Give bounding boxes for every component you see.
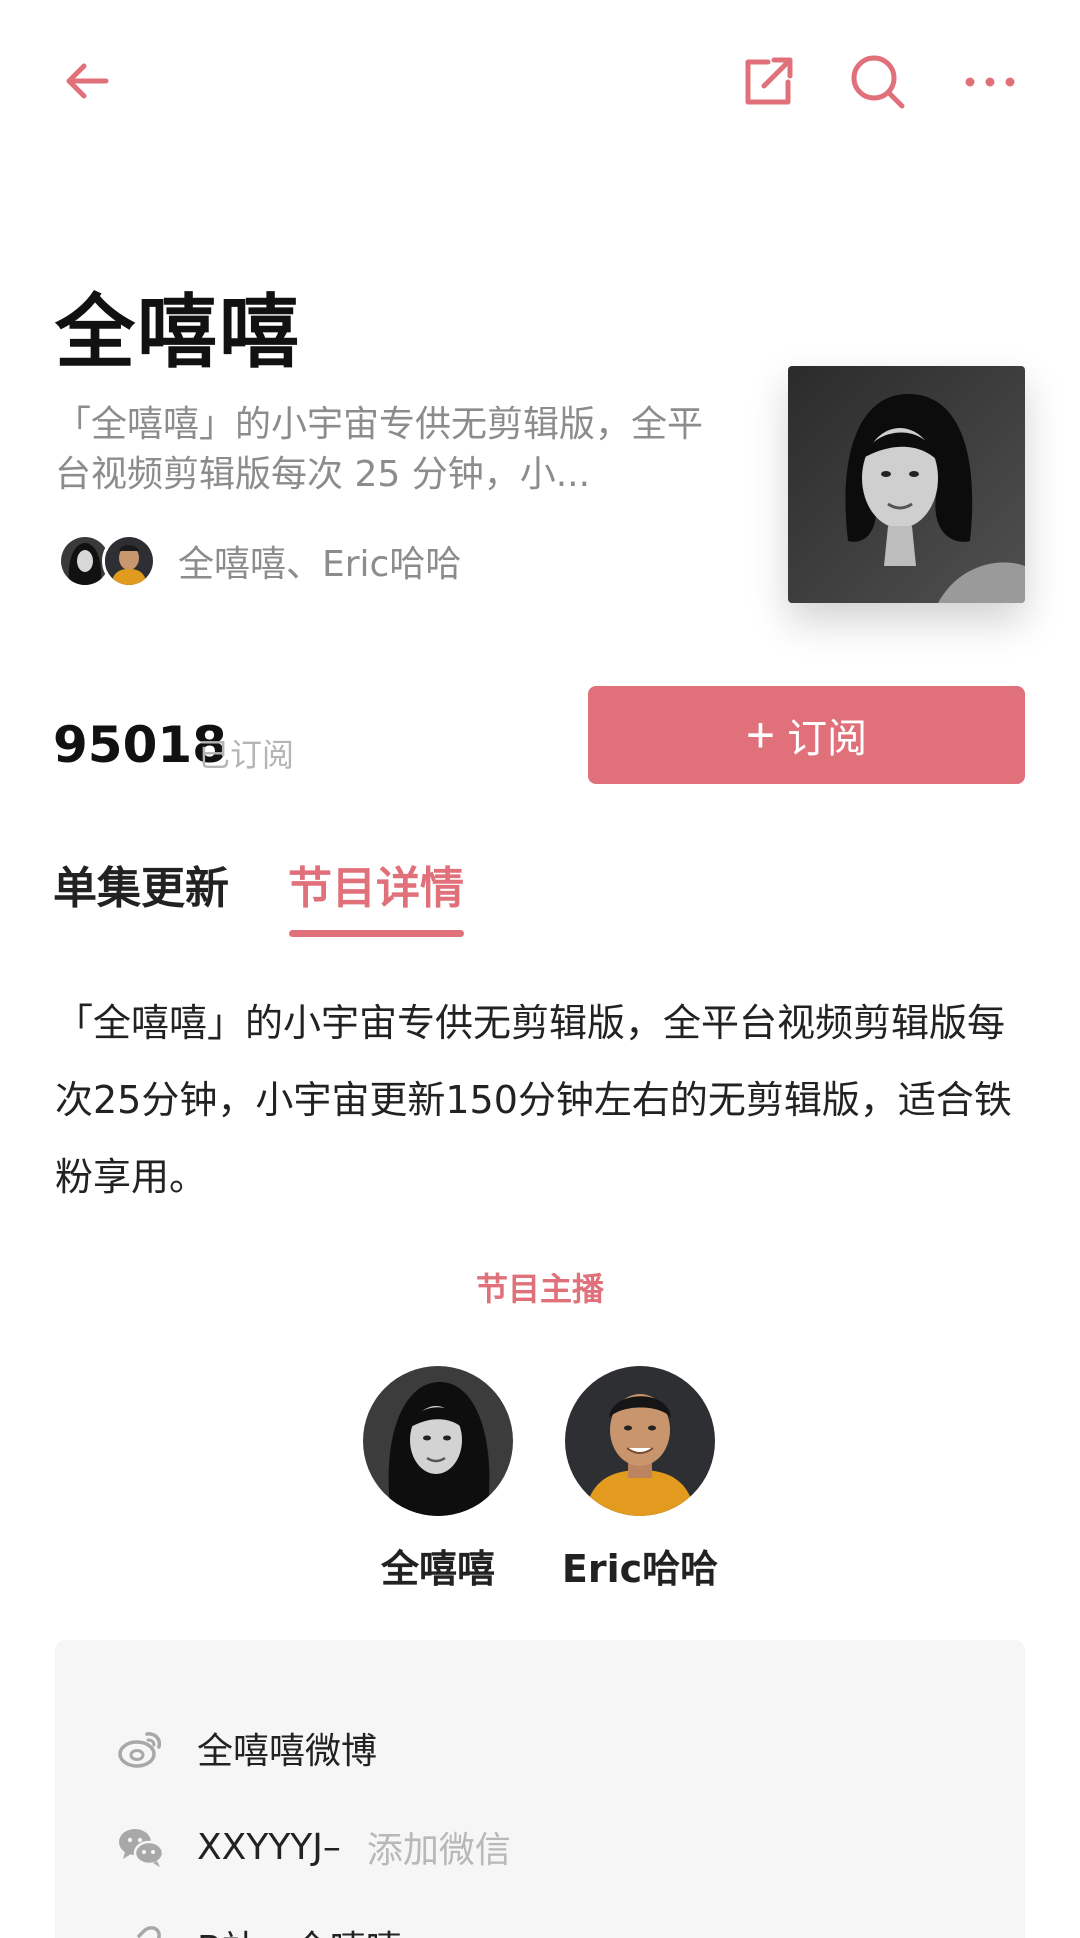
avatar <box>565 1366 715 1516</box>
wechat-id: XXYYYJ– <box>197 1826 341 1868</box>
add-wechat-button[interactable]: 添加微信 <box>367 1821 511 1873</box>
host-name: 全嘻嘻 <box>380 1547 495 1591</box>
podcast-detail-page: 全嘻嘻 「全嘻嘻」的小宇宙专供无剪辑版，全平台视频剪辑版每次 25 分钟，小..… <box>0 0 1080 1938</box>
podcast-description: 「全嘻嘻」的小宇宙专供无剪辑版，全平台视频剪辑版每次25分钟，小宇宙更新150分… <box>55 1001 1012 1199</box>
podcast-cover-image <box>788 366 1025 603</box>
more-dots-icon[interactable] <box>962 62 1018 102</box>
bilibili-label: B站：全嘻嘻 <box>197 1920 402 1938</box>
contact-panel: 全嘻嘻微博 XXYYYJ– 添加微信 <box>55 1640 1025 1938</box>
subscriber-count-label: 已订阅 <box>198 736 295 774</box>
host-card[interactable]: 全嘻嘻 <box>343 1366 533 1593</box>
avatar <box>363 1366 513 1516</box>
host-row[interactable]: 全嘻嘻、Eric哈哈 <box>58 533 461 589</box>
host-card[interactable]: Eric哈哈 <box>545 1366 735 1593</box>
wechat-link[interactable]: XXYYYJ– 添加微信 <box>117 1819 511 1875</box>
hosts-heading: 节目主播 <box>475 1270 604 1308</box>
plus-icon: + <box>745 707 776 763</box>
link-icon <box>117 1922 165 1938</box>
podcast-title: 全嘻嘻 <box>55 286 301 379</box>
avatar <box>102 534 156 588</box>
arrow-left-icon[interactable] <box>62 56 112 106</box>
active-tab-indicator <box>289 930 464 937</box>
podcast-summary[interactable]: 「全嘻嘻」的小宇宙专供无剪辑版，全平台视频剪辑版每次 25 分钟，小... <box>55 400 705 500</box>
host-name: Eric哈哈 <box>561 1547 719 1591</box>
wechat-icon <box>117 1823 165 1871</box>
share-external-icon[interactable] <box>740 54 796 110</box>
subscribe-button[interactable]: + 订阅 <box>588 686 1025 784</box>
weibo-label: 全嘻嘻微博 <box>197 1731 378 1772</box>
top-bar <box>0 0 1080 170</box>
tab-episodes[interactable]: 单集更新 <box>53 852 229 916</box>
tab-details[interactable]: 节目详情 <box>288 852 464 916</box>
subscribe-button-label: 订阅 <box>787 717 868 761</box>
weibo-icon <box>117 1724 165 1772</box>
host-names: 全嘻嘻、Eric哈哈 <box>178 544 462 585</box>
weibo-link[interactable]: 全嘻嘻微博 <box>117 1720 377 1776</box>
bilibili-link[interactable]: B站：全嘻嘻 <box>117 1918 402 1938</box>
search-icon[interactable] <box>848 52 908 112</box>
